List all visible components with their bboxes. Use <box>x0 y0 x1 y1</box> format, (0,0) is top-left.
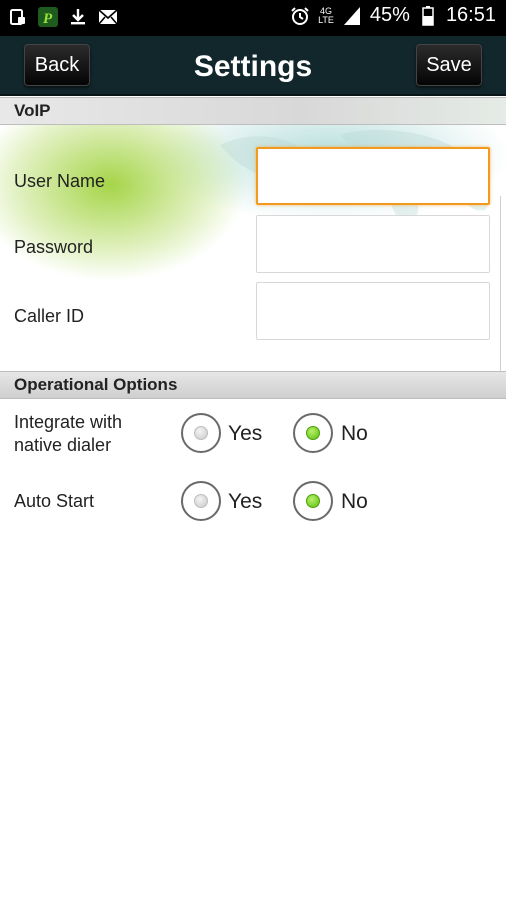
integrate-no-radio[interactable] <box>293 413 333 453</box>
network-type: 4G LTE <box>318 5 334 25</box>
integrate-no-label[interactable]: No <box>341 422 368 446</box>
integrate-yes-label[interactable]: Yes <box>228 422 262 446</box>
status-bar-right: 4G LTE 45% 16:51 <box>290 4 496 27</box>
save-button[interactable]: Save <box>416 44 482 86</box>
option-integrate-native-dialer: Integrate with native dialer Yes No <box>0 405 506 465</box>
voip-panel: User Name Password Caller ID <box>0 125 506 371</box>
caller-id-input[interactable] <box>256 282 490 340</box>
title-bar: Back Settings Save <box>0 36 506 96</box>
battery-percent: 45% <box>369 4 410 26</box>
radio-selected-dot <box>306 426 320 440</box>
section-header-voip: VoIP <box>0 97 506 125</box>
radio-selected-dot <box>306 494 320 508</box>
scroll-edge <box>500 196 506 376</box>
integrate-dialer-label: Integrate with native dialer <box>14 412 123 455</box>
field-row-password: Password <box>0 215 506 275</box>
password-input[interactable] <box>256 215 490 273</box>
signal-icon <box>342 6 362 26</box>
username-label: User Name <box>14 171 106 191</box>
screenshot-icon <box>8 7 28 27</box>
option-auto-start: Auto Start Yes No <box>0 473 506 533</box>
p-app-icon: P <box>38 7 58 27</box>
caller-id-label: Caller ID <box>14 306 85 326</box>
svg-text:P: P <box>43 11 53 27</box>
integrate-yes-radio[interactable] <box>181 413 221 453</box>
status-bar: P 4G LTE 45% 16:51 <box>0 0 506 36</box>
auto-start-label: Auto Start <box>14 491 95 511</box>
auto-start-yes-label[interactable]: Yes <box>228 490 262 514</box>
field-row-caller-id: Caller ID <box>0 282 506 342</box>
alarm-icon <box>290 6 310 26</box>
username-input[interactable] <box>256 147 490 205</box>
password-label: Password <box>14 237 94 257</box>
download-icon <box>68 7 88 27</box>
radio-unselected-dot <box>194 494 208 508</box>
battery-icon <box>418 5 438 26</box>
clock: 16:51 <box>445 4 496 26</box>
auto-start-no-label[interactable]: No <box>341 490 368 514</box>
field-row-username: User Name <box>0 147 506 207</box>
auto-start-yes-radio[interactable] <box>181 481 221 521</box>
section-header-operational: Operational Options <box>0 371 506 399</box>
auto-start-no-radio[interactable] <box>293 481 333 521</box>
status-bar-left: P <box>8 7 118 27</box>
radio-unselected-dot <box>194 426 208 440</box>
mail-icon <box>98 7 118 27</box>
